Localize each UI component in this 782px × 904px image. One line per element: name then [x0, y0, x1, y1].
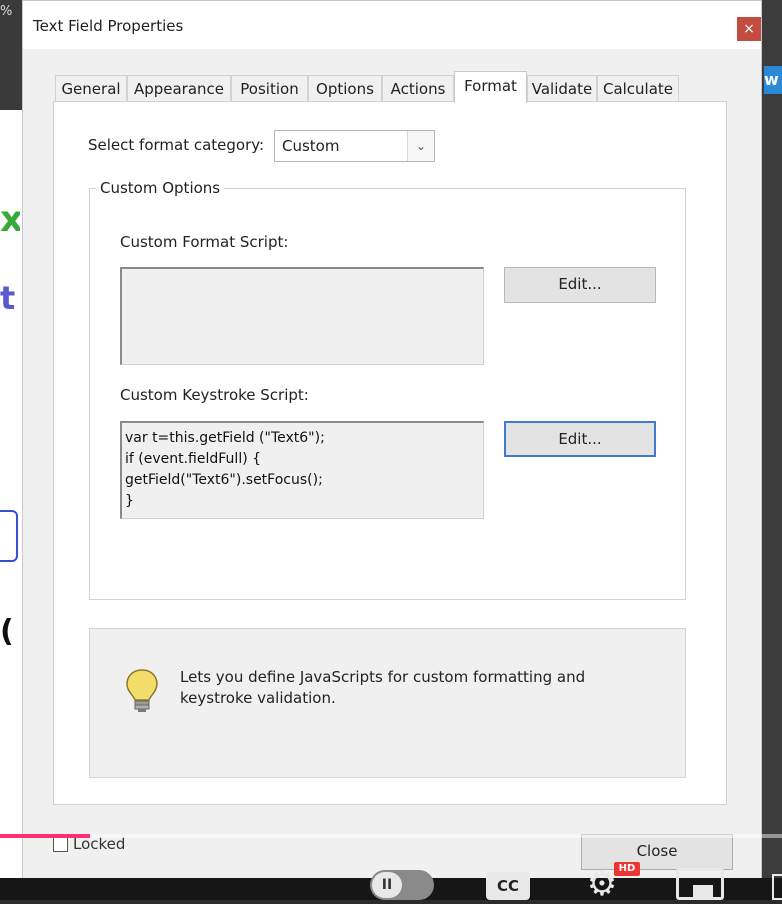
tab-appearance[interactable]: Appearance [127, 75, 231, 102]
format-category-label: Select format category: [88, 136, 265, 154]
tab-options[interactable]: Options [308, 75, 382, 102]
custom-format-script-box [120, 267, 484, 365]
video-progress-fill [0, 834, 90, 838]
format-tab-panel: Select format category: Custom ⌄ Custom … [53, 101, 727, 805]
hd-badge: HD [614, 862, 640, 876]
edit-keystroke-script-button[interactable]: Edit... [504, 421, 656, 457]
dialog-title: Text Field Properties [33, 17, 184, 35]
background-app-right-panel [762, 0, 782, 900]
lightbulb-icon [126, 669, 158, 712]
video-progress-track[interactable] [0, 834, 782, 838]
fullscreen-icon[interactable] [772, 874, 782, 900]
background-graphic-black: ( [0, 614, 14, 649]
background-graphic-green: x [0, 200, 20, 240]
miniplayer-icon[interactable] [676, 868, 724, 900]
custom-keystroke-script-label: Custom Keystroke Script: [120, 386, 309, 404]
tab-actions[interactable]: Actions [382, 75, 454, 102]
captions-button[interactable]: CC [486, 872, 530, 900]
custom-options-title: Custom Options [96, 179, 225, 197]
background-zoom-fragment: % [0, 4, 13, 19]
background-graphic-purple: t [0, 279, 16, 317]
chevron-down-icon[interactable]: ⌄ [407, 131, 434, 161]
autoplay-toggle[interactable]: II [370, 870, 434, 900]
info-text: Lets you define JavaScripts for custom f… [180, 668, 586, 707]
custom-options-group: Custom Options Custom Format Script: Edi… [89, 179, 686, 600]
edit-format-script-button[interactable]: Edit... [504, 267, 656, 303]
tab-format[interactable]: Format [454, 71, 527, 103]
dialog-titlebar: Text Field Properties × [23, 1, 761, 49]
text-field-properties-dialog: Text Field Properties × General Appearan… [22, 0, 762, 880]
pause-icon[interactable]: II [372, 872, 402, 898]
custom-keystroke-script-box: var t=this.getField ("Text6"); if (event… [120, 421, 484, 519]
tab-position[interactable]: Position [231, 75, 308, 102]
tab-general[interactable]: General [55, 75, 127, 102]
close-icon[interactable]: × [737, 17, 761, 41]
tab-validate[interactable]: Validate [527, 75, 597, 102]
tab-calculate[interactable]: Calculate [597, 75, 679, 102]
info-box: Lets you define JavaScripts for custom f… [89, 628, 686, 778]
locked-checkbox[interactable] [53, 837, 68, 852]
format-category-select[interactable]: Custom ⌄ [274, 130, 435, 162]
background-right-button: w [764, 66, 782, 94]
background-selected-field [0, 510, 18, 562]
custom-format-script-label: Custom Format Script: [120, 233, 289, 251]
format-category-value: Custom [282, 137, 340, 155]
